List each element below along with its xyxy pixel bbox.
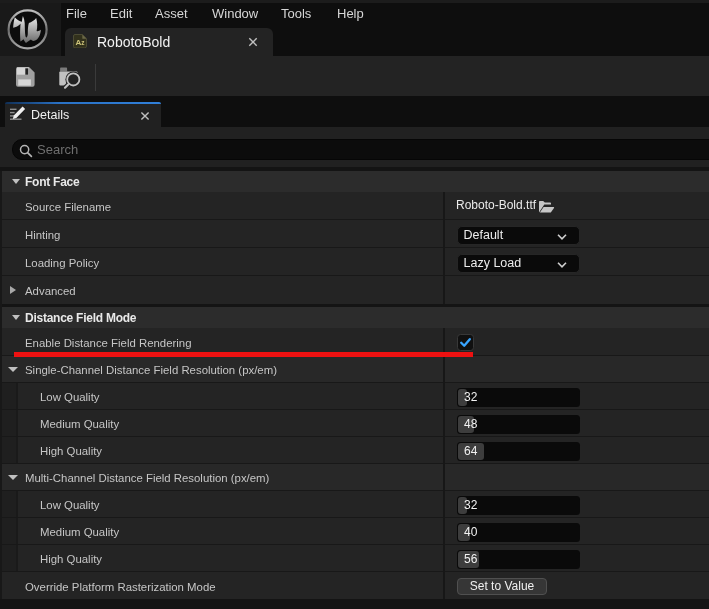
svg-text:Az: Az (75, 38, 85, 47)
